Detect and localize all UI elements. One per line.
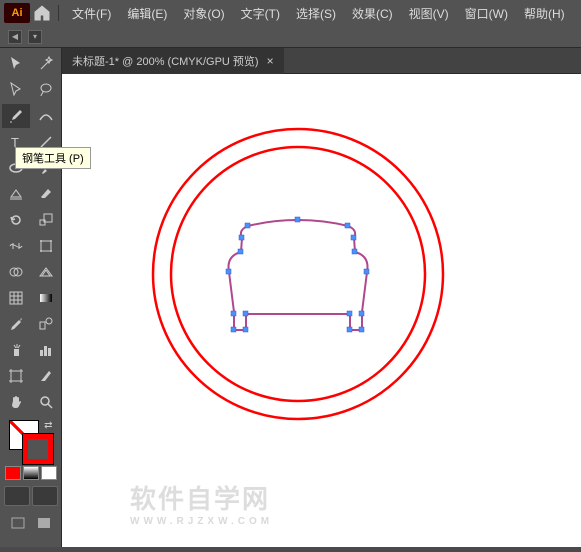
artboard-tool[interactable] — [2, 364, 30, 388]
screen-mode-icon[interactable] — [7, 514, 29, 532]
perspective-grid-tool[interactable] — [32, 260, 60, 284]
menu-file[interactable]: 文件(F) — [65, 2, 118, 25]
pen-tool[interactable] — [2, 104, 30, 128]
panel-toggle-icon[interactable]: ◀ — [8, 30, 22, 44]
stroke-color[interactable] — [23, 434, 53, 464]
rotate-tool[interactable] — [2, 208, 30, 232]
menu-edit[interactable]: 编辑(E) — [120, 2, 174, 25]
mesh-tool[interactable] — [2, 286, 30, 310]
menu-help[interactable]: 帮助(H) — [517, 2, 572, 25]
menu-text[interactable]: 文字(T) — [234, 2, 287, 25]
menu-view[interactable]: 视图(V) — [402, 2, 456, 25]
draw-behind-icon[interactable] — [32, 486, 58, 506]
direct-selection-tool[interactable] — [2, 78, 30, 102]
free-transform-tool[interactable] — [32, 234, 60, 258]
watermark: 软件自学网 WWW.RJZXW.COM — [130, 479, 273, 527]
options-bar: ◀ ▾ — [0, 26, 581, 48]
shaper-tool[interactable] — [2, 182, 30, 206]
home-icon[interactable] — [32, 3, 52, 23]
column-graph-tool[interactable] — [32, 338, 60, 362]
tooltip: 钢笔工具 (P) — [15, 147, 91, 169]
eraser-tool[interactable] — [32, 182, 60, 206]
none-swatch[interactable] — [41, 466, 57, 480]
hand-tool[interactable] — [2, 390, 30, 414]
gradient-tool[interactable] — [32, 286, 60, 310]
menu-select[interactable]: 选择(S) — [289, 2, 343, 25]
zoom-tool[interactable] — [32, 390, 60, 414]
blend-tool[interactable] — [32, 312, 60, 336]
lasso-tool[interactable] — [32, 78, 60, 102]
width-tool[interactable] — [2, 234, 30, 258]
menu-window[interactable]: 窗口(W) — [458, 2, 515, 25]
selection-tool[interactable] — [2, 52, 30, 76]
slice-tool[interactable] — [32, 364, 60, 388]
symbol-sprayer-tool[interactable] — [2, 338, 30, 362]
curvature-tool[interactable] — [32, 104, 60, 128]
menu-effect[interactable]: 效果(C) — [345, 2, 400, 25]
swap-fill-stroke-icon[interactable]: ⇄ — [44, 420, 52, 431]
separator — [58, 5, 59, 21]
color-swatch[interactable] — [5, 466, 21, 480]
outer-circle[interactable] — [153, 129, 443, 419]
magic-wand-tool[interactable] — [32, 52, 60, 76]
scale-tool[interactable] — [32, 208, 60, 232]
shape-builder-tool[interactable] — [2, 260, 30, 284]
close-icon[interactable]: × — [267, 54, 274, 68]
gradient-swatch[interactable] — [23, 466, 39, 480]
eyedropper-tool[interactable] — [2, 312, 30, 336]
sofa-path-selected[interactable] — [226, 217, 369, 332]
tab-title: 未标题-1* @ 200% (CMYK/GPU 预览) — [72, 53, 259, 69]
screen-mode-alt-icon[interactable] — [33, 514, 55, 532]
inner-circle[interactable] — [171, 147, 425, 401]
document-tab[interactable]: 未标题-1* @ 200% (CMYK/GPU 预览) × — [62, 48, 284, 74]
canvas[interactable] — [62, 74, 581, 547]
app-logo: Ai — [4, 3, 30, 23]
panel-collapse-icon[interactable]: ▾ — [28, 30, 42, 44]
color-mode-swatches — [5, 466, 57, 480]
toolbar: T ⇄ — [0, 48, 62, 547]
fill-stroke-selector[interactable]: ⇄ — [9, 420, 53, 464]
menu-object[interactable]: 对象(O) — [176, 2, 231, 25]
draw-normal-icon[interactable] — [4, 486, 30, 506]
